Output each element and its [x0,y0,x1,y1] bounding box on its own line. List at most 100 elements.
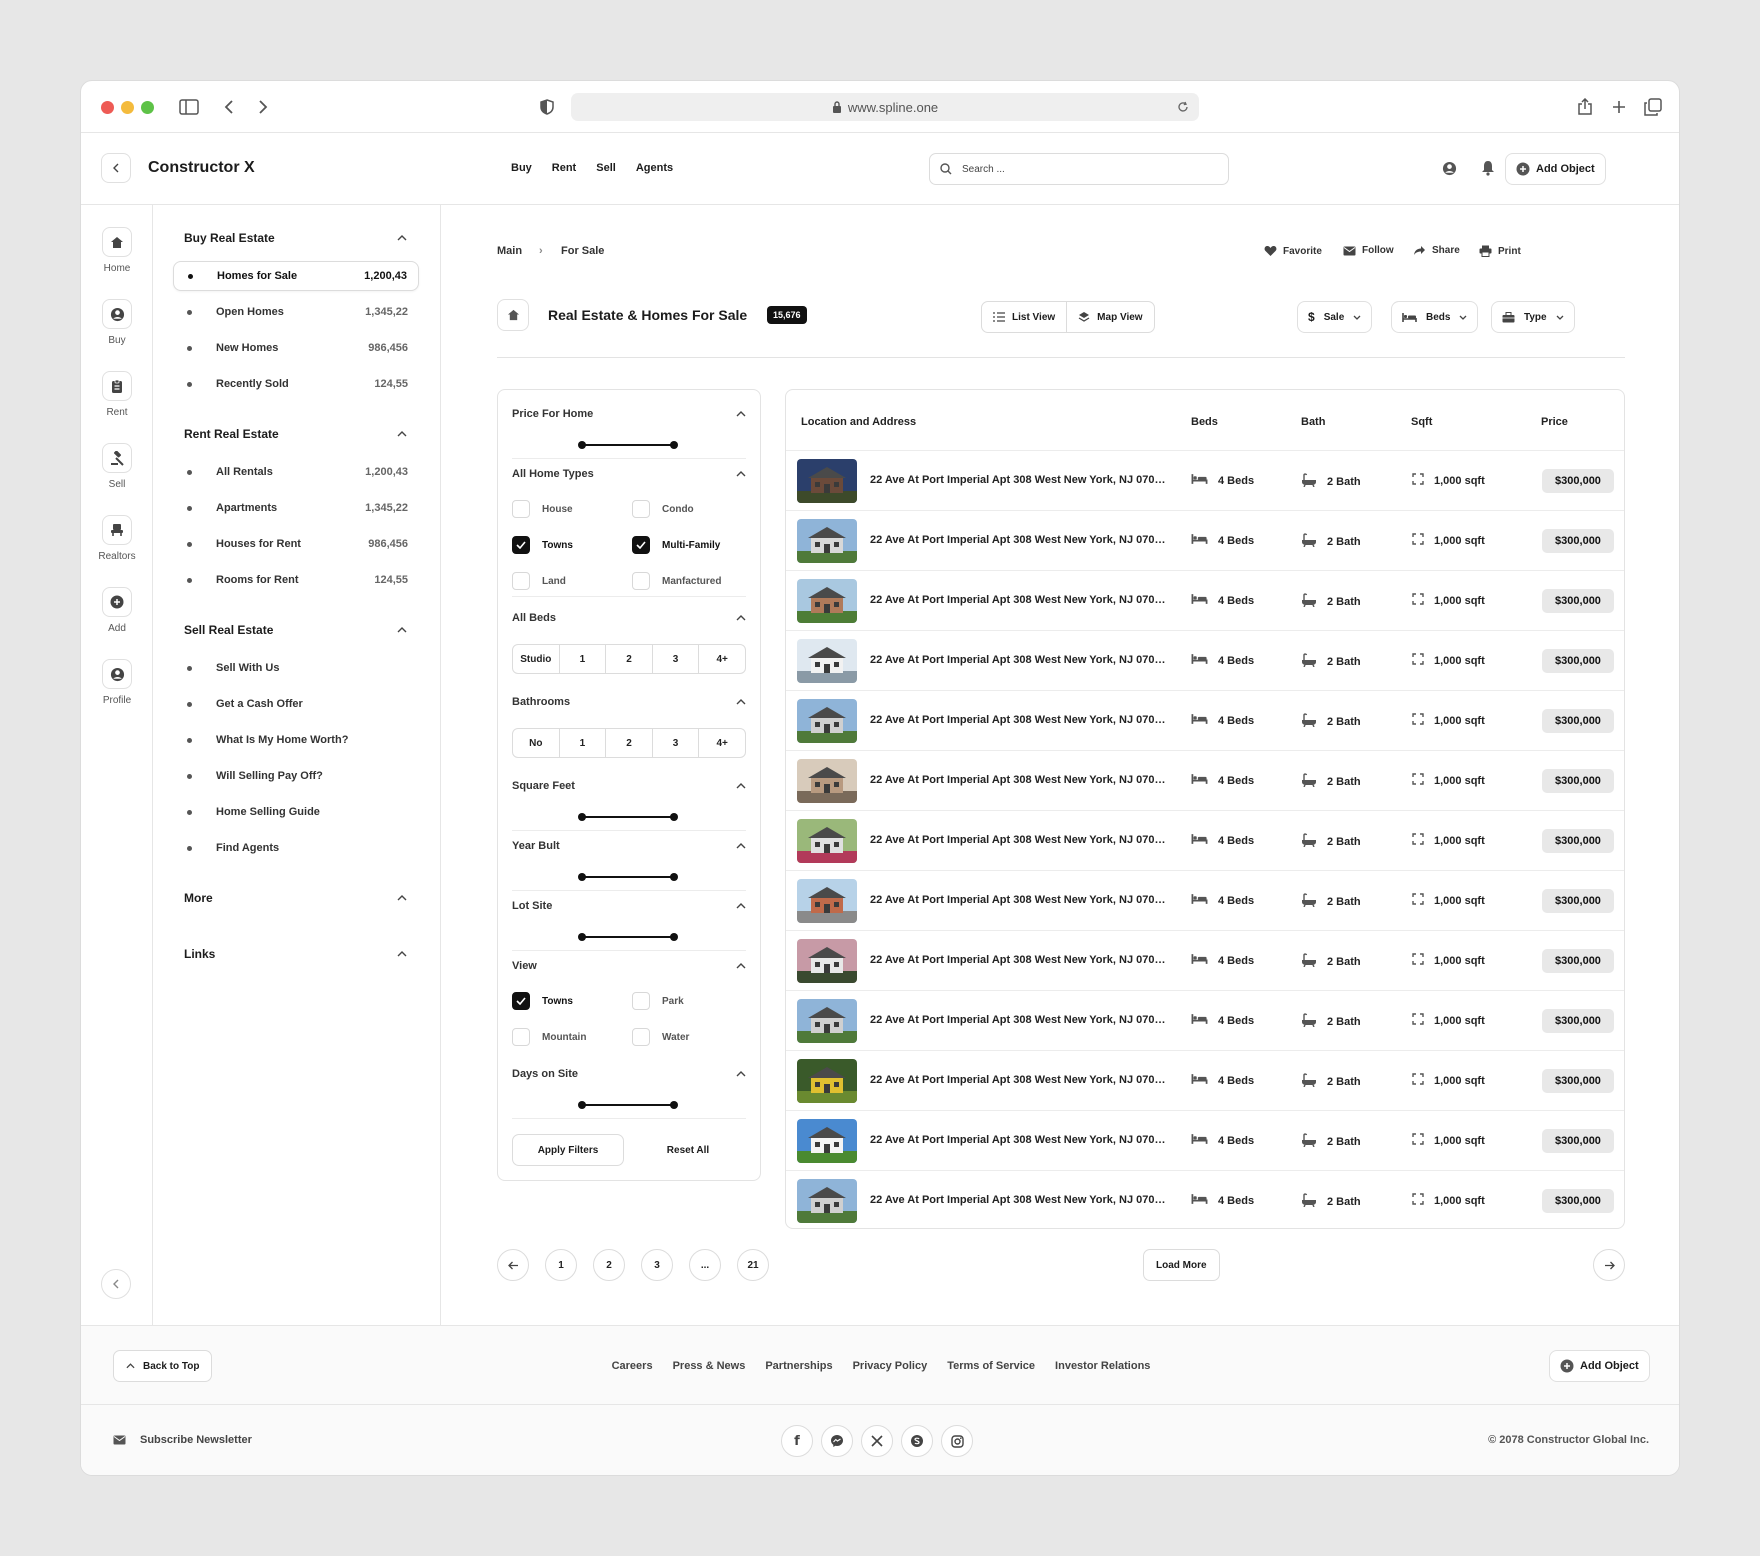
cat-find-agents[interactable]: Find Agents [173,833,419,863]
footer-link-investors[interactable]: Investor Relations [1055,1360,1150,1372]
property-photo[interactable] [797,579,857,623]
print-button[interactable]: Print [1479,245,1521,257]
property-photo[interactable] [797,519,857,563]
beds-filter-header[interactable]: All Beds [512,612,746,624]
nav-sell[interactable]: Sell [596,162,616,174]
property-address[interactable]: 22 Ave At Port Imperial Apt 308 West New… [870,534,1166,546]
next-page-button[interactable] [1593,1249,1625,1281]
add-object-button[interactable]: Add Object [1505,153,1606,185]
property-photo[interactable] [797,939,857,983]
rail-sell[interactable]: Sell [81,443,153,490]
checkbox-option[interactable]: Towns [512,992,573,1010]
rail-add[interactable]: Add [81,587,153,634]
more-section-header[interactable]: More [184,891,409,905]
cat-home-worth[interactable]: What Is My Home Worth? [173,725,419,755]
share-icon[interactable] [1573,95,1597,119]
sqft-filter-header[interactable]: Square Feet [512,780,746,792]
property-address[interactable]: 22 Ave At Port Imperial Apt 308 West New… [870,1194,1166,1206]
home-button[interactable] [497,299,529,331]
property-photo[interactable] [797,699,857,743]
checkbox-option[interactable]: Manfactured [632,572,721,590]
instagram-icon[interactable] [941,1425,973,1457]
breadcrumb-main[interactable]: Main [497,245,522,257]
sidebar-toggle-icon[interactable] [177,95,201,119]
cat-cash-offer[interactable]: Get a Cash Offer [173,689,419,719]
close-window-button[interactable] [101,101,114,114]
footer-link-press[interactable]: Press & News [673,1360,746,1372]
follow-button[interactable]: Follow [1343,245,1394,256]
sell-section-header[interactable]: Sell Real Estate [184,623,409,637]
page-button[interactable]: 21 [737,1249,769,1281]
reload-icon[interactable] [1177,101,1189,113]
load-more-button[interactable]: Load More [1143,1249,1220,1281]
new-tab-icon[interactable] [1607,95,1631,119]
year-range-slider[interactable] [578,873,678,881]
back-icon[interactable] [217,95,241,119]
home-types-header[interactable]: All Home Types [512,468,746,480]
view-filter-header[interactable]: View [512,960,746,972]
bath-option[interactable]: 2 [606,729,653,757]
page-button[interactable]: 3 [641,1249,673,1281]
table-row[interactable]: 22 Ave At Port Imperial Apt 308 West New… [786,750,1624,810]
cat-sell-with-us[interactable]: Sell With Us [173,653,419,683]
table-row[interactable]: 22 Ave At Port Imperial Apt 308 West New… [786,510,1624,570]
tabs-overview-icon[interactable] [1641,95,1665,119]
footer-link-partnerships[interactable]: Partnerships [765,1360,832,1372]
nav-agents[interactable]: Agents [636,162,673,174]
type-dropdown[interactable]: Type [1491,301,1575,333]
property-address[interactable]: 22 Ave At Port Imperial Apt 308 West New… [870,894,1166,906]
checkbox-option[interactable]: Condo [632,500,694,518]
page-button[interactable]: 1 [545,1249,577,1281]
sale-dropdown[interactable]: $ Sale [1297,301,1373,333]
collapse-button[interactable] [101,153,131,183]
reset-all-button[interactable]: Reset All [632,1134,744,1166]
cat-open-homes[interactable]: Open Homes 1,345,22 [173,297,419,327]
lot-range-slider[interactable] [578,933,678,941]
beds-option[interactable]: 4+ [699,645,745,673]
cat-all-rentals[interactable]: All Rentals 1,200,43 [173,457,419,487]
address-bar[interactable]: www.spline.one [571,93,1199,121]
cat-rooms-for-rent[interactable]: Rooms for Rent 124,55 [173,565,419,595]
skype-icon[interactable] [901,1425,933,1457]
property-photo[interactable] [797,819,857,863]
minimize-window-button[interactable] [121,101,134,114]
days-range-slider[interactable] [578,1101,678,1109]
subscribe-newsletter-link[interactable]: Subscribe Newsletter [113,1434,252,1446]
messenger-icon[interactable] [821,1425,853,1457]
buy-section-header[interactable]: Buy Real Estate [184,231,409,245]
property-address[interactable]: 22 Ave At Port Imperial Apt 308 West New… [870,834,1166,846]
checkbox-option[interactable]: House [512,500,573,518]
bath-option[interactable]: No [513,729,560,757]
favorite-button[interactable]: Favorite [1264,245,1322,257]
cat-recently-sold[interactable]: Recently Sold 124,55 [173,369,419,399]
apply-filters-button[interactable]: Apply Filters [512,1134,624,1166]
prev-page-button[interactable] [497,1249,529,1281]
checkbox-option[interactable]: Land [512,572,566,590]
maximize-window-button[interactable] [141,101,154,114]
search-input[interactable]: Search ... [929,153,1229,185]
property-photo[interactable] [797,879,857,923]
property-photo[interactable] [797,759,857,803]
price-range-slider[interactable] [578,441,678,449]
checkbox-option[interactable]: Water [632,1028,689,1046]
lot-filter-header[interactable]: Lot Site [512,900,746,912]
rent-section-header[interactable]: Rent Real Estate [184,427,409,441]
property-photo[interactable] [797,639,857,683]
shield-icon[interactable] [535,95,559,119]
map-view-button[interactable]: Map View [1067,302,1153,332]
property-address[interactable]: 22 Ave At Port Imperial Apt 308 West New… [870,654,1166,666]
nav-rent[interactable]: Rent [552,162,576,174]
property-photo[interactable] [797,459,857,503]
property-address[interactable]: 22 Ave At Port Imperial Apt 308 West New… [870,1074,1166,1086]
facebook-icon[interactable]: f [781,1425,813,1457]
table-row[interactable]: 22 Ave At Port Imperial Apt 308 West New… [786,1110,1624,1170]
beds-option[interactable]: 3 [653,645,700,673]
rail-realtors[interactable]: Realtors [81,515,153,562]
property-address[interactable]: 22 Ave At Port Imperial Apt 308 West New… [870,774,1166,786]
checkbox-option[interactable]: Towns [512,536,573,554]
table-row[interactable]: 22 Ave At Port Imperial Apt 308 West New… [786,990,1624,1050]
price-filter-header[interactable]: Price For Home [512,408,746,420]
beds-dropdown[interactable]: Beds [1391,301,1479,333]
footer-link-terms[interactable]: Terms of Service [947,1360,1035,1372]
cat-apartments[interactable]: Apartments 1,345,22 [173,493,419,523]
